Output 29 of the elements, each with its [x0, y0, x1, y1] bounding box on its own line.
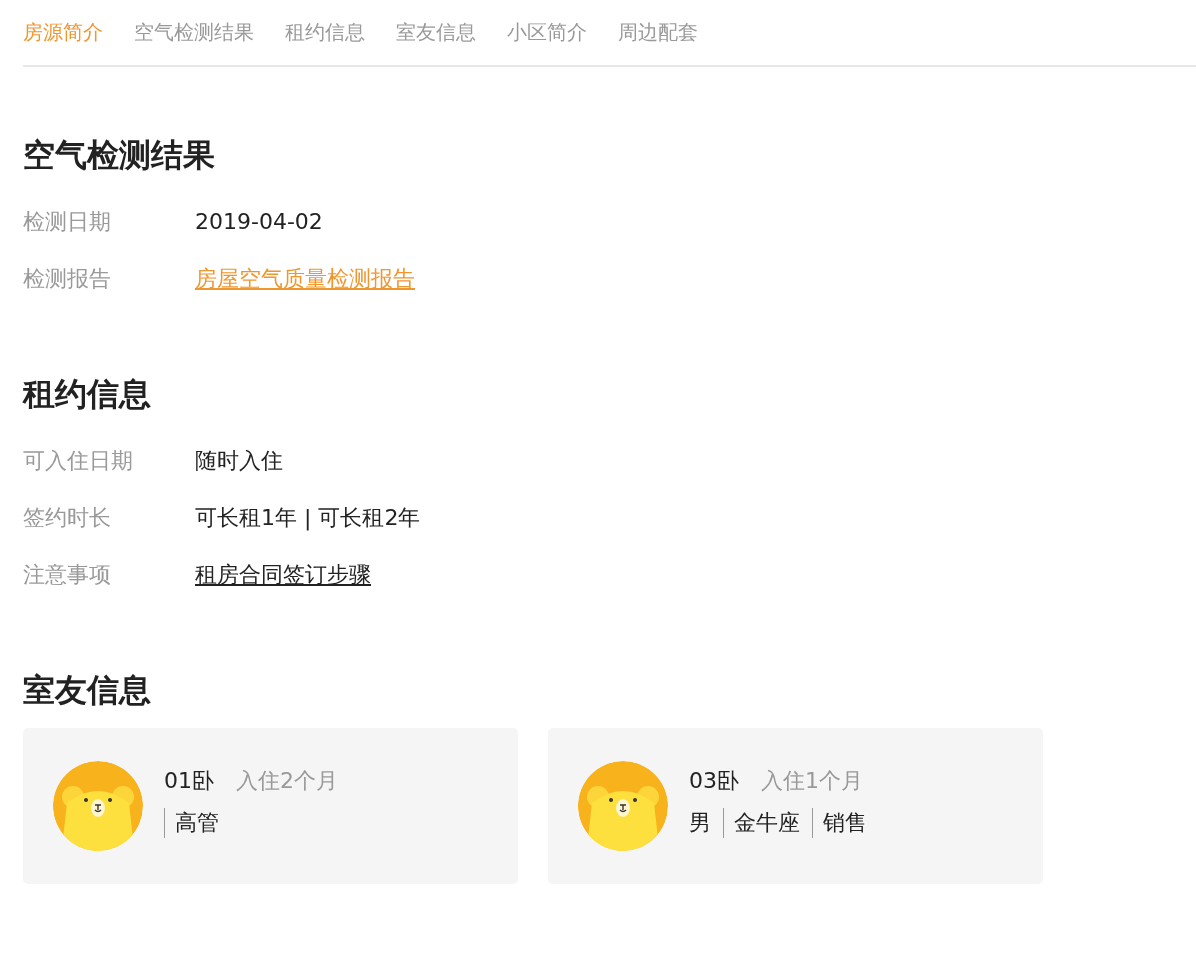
roommate-tag: 高管 — [164, 808, 219, 838]
field-label: 注意事项 — [23, 560, 112, 589]
field-label: 签约时长 — [23, 503, 112, 532]
report-link[interactable]: 房屋空气质量检测报告 — [195, 263, 415, 294]
stay-duration: 入住2个月 — [236, 768, 338, 793]
section-heading: 租约信息 — [23, 374, 152, 415]
stay-duration: 入住1个月 — [761, 768, 863, 793]
section-tab[interactable]: 室友信息 — [396, 19, 476, 46]
room-number: 03卧 — [689, 768, 739, 793]
field-label: 可入住日期 — [23, 446, 134, 475]
field-value: 2019-04-02 — [195, 209, 323, 234]
bear-avatar-icon — [578, 761, 668, 851]
section-heading: 空气检测结果 — [23, 135, 216, 176]
guide-link[interactable]: 租房合同签订步骤 — [195, 559, 371, 590]
section-tab[interactable]: 房源简介 — [23, 19, 103, 46]
roommate-tag: 男 — [689, 808, 711, 838]
section-heading: 室友信息 — [23, 670, 152, 711]
section-tab[interactable]: 周边配套 — [618, 19, 698, 46]
room-number: 01卧 — [164, 768, 214, 793]
section-tab[interactable]: 小区简介 — [507, 19, 587, 46]
section-tab[interactable]: 租约信息 — [285, 19, 365, 46]
field-label: 检测日期 — [23, 207, 112, 236]
roommate-tag: 金牛座 — [723, 808, 800, 838]
roommate-tag: 销售 — [812, 808, 867, 838]
field-value: 可长租1年 | 可长租2年 — [195, 503, 421, 533]
field-value: 随时入住 — [195, 446, 283, 475]
field-label: 检测报告 — [23, 264, 112, 293]
bear-avatar-icon — [53, 761, 143, 851]
section-tab[interactable]: 空气检测结果 — [134, 19, 254, 46]
